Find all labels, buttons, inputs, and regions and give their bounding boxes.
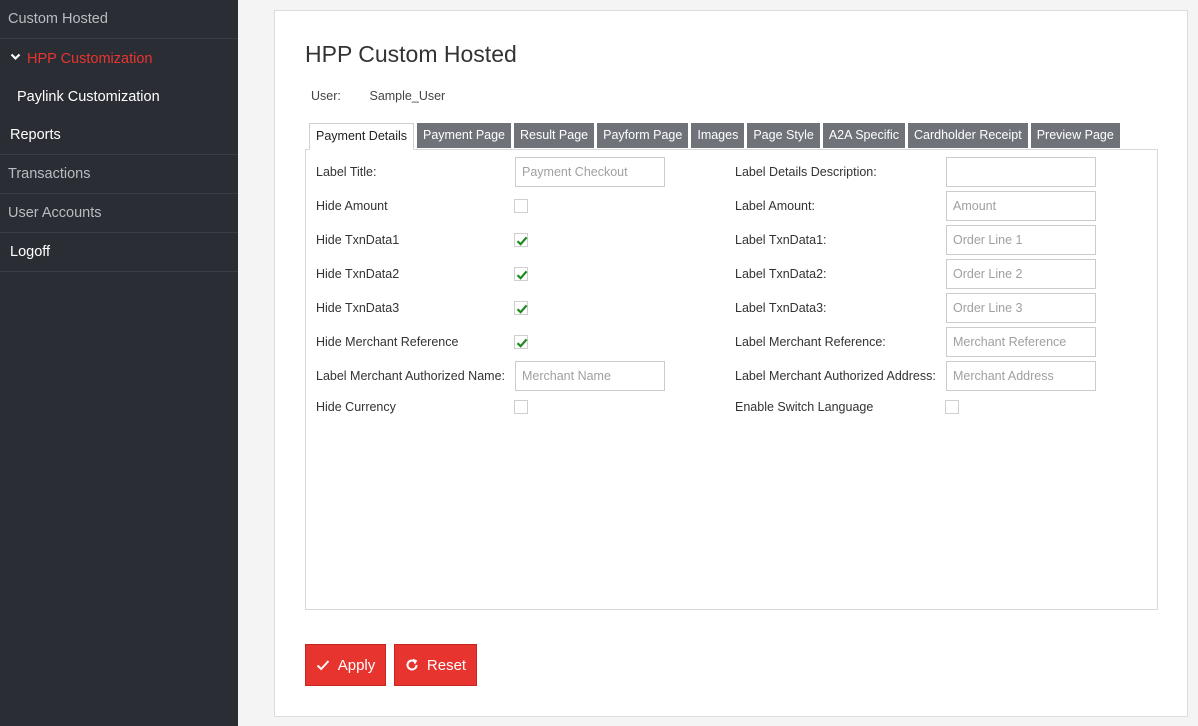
sidebar-item-reports[interactable]: Reports	[0, 116, 238, 155]
sidebar-item-label: HPP Customization	[27, 50, 153, 67]
check-icon	[316, 660, 329, 671]
check-icon	[516, 236, 528, 246]
user-label: User:	[311, 89, 341, 103]
sidebar-item-label: Transactions	[8, 166, 91, 182]
merchant-address-input[interactable]	[946, 361, 1096, 391]
label-amount-label: Label Amount:	[735, 199, 815, 213]
label-merchant-address-label: Label Merchant Authorized Address:	[735, 369, 936, 383]
txndata3-input[interactable]	[946, 293, 1096, 323]
hide-txndata1-checkbox[interactable]	[514, 233, 528, 247]
check-icon	[516, 304, 528, 314]
tab-images[interactable]: Images	[691, 123, 745, 148]
details-description-input[interactable]	[946, 157, 1096, 187]
sidebar-item-transactions[interactable]: Transactions	[0, 155, 238, 194]
page-title: HPP Custom Hosted	[305, 41, 517, 67]
tab-preview-page[interactable]: Preview Page	[1030, 123, 1120, 148]
main-panel: HPP Custom Hosted User: Sample_User Paym…	[274, 10, 1188, 717]
amount-input[interactable]	[946, 191, 1096, 221]
hide-merchant-reference-label: Hide Merchant Reference	[316, 335, 459, 349]
sidebar: Custom Hosted HPP Customization Paylink …	[0, 0, 238, 726]
sidebar-item-label: User Accounts	[8, 205, 102, 221]
label-merchant-name-label: Label Merchant Authorized Name:	[316, 369, 505, 383]
reset-button[interactable]: Reset	[394, 644, 477, 686]
hide-txndata3-checkbox[interactable]	[514, 301, 528, 315]
tab-payment-page[interactable]: Payment Page	[417, 123, 512, 148]
tab-payform-page[interactable]: Payform Page	[597, 123, 689, 148]
label-merchant-reference-label: Label Merchant Reference:	[735, 335, 886, 349]
payment-details-form: Label Title: Hide Amount Hide TxnData1 H…	[305, 149, 1158, 610]
label-txndata2-label: Label TxnData2:	[735, 267, 827, 281]
hide-txndata1-label: Hide TxnData1	[316, 233, 400, 247]
tab-payment-details[interactable]: Payment Details	[309, 123, 415, 150]
txndata2-input[interactable]	[946, 259, 1096, 289]
hide-txndata2-label: Hide TxnData2	[316, 267, 400, 281]
apply-button-label: Apply	[337, 656, 376, 674]
enable-switch-language-label: Enable Switch Language	[735, 400, 874, 414]
sidebar-item-hpp-customization[interactable]: HPP Customization	[0, 39, 238, 78]
hide-currency-label: Hide Currency	[316, 400, 396, 414]
sidebar-item-user-accounts[interactable]: User Accounts	[0, 194, 238, 233]
tab-cardholder-receipt[interactable]: Cardholder Receipt	[908, 123, 1028, 148]
sidebar-item-label: Custom Hosted	[8, 11, 108, 27]
chevron-down-icon	[10, 51, 21, 62]
sidebar-item-label: Reports	[10, 127, 61, 143]
tab-page-style[interactable]: Page Style	[747, 123, 820, 148]
label-txndata3-label: Label TxnData3:	[735, 301, 827, 315]
sidebar-item-label: Paylink Customization	[17, 89, 160, 105]
merchant-name-input[interactable]	[515, 361, 665, 391]
sidebar-item-label: Logoff	[10, 244, 51, 260]
merchant-reference-input[interactable]	[946, 327, 1096, 357]
hide-amount-checkbox[interactable]	[514, 199, 528, 213]
enable-switch-language-checkbox[interactable]	[945, 400, 959, 414]
check-icon	[516, 270, 528, 280]
user-info: User: Sample_User	[311, 89, 445, 103]
label-details-description-label: Label Details Description:	[735, 165, 877, 179]
refresh-icon	[406, 658, 418, 671]
reset-button-label: Reset	[426, 656, 467, 674]
check-icon	[516, 338, 528, 348]
tab-bar: Payment Details Payment Page Result Page…	[309, 123, 1120, 150]
label-title-input[interactable]	[515, 157, 665, 187]
sidebar-item-logoff[interactable]: Logoff	[0, 233, 238, 272]
hide-amount-label: Hide Amount	[316, 199, 388, 213]
hide-txndata2-checkbox[interactable]	[514, 267, 528, 281]
label-txndata1-label: Label TxnData1:	[735, 233, 827, 247]
hide-txndata3-label: Hide TxnData3	[316, 301, 400, 315]
hide-currency-checkbox[interactable]	[514, 400, 528, 414]
sidebar-item-custom-hosted[interactable]: Custom Hosted	[0, 0, 238, 39]
hide-merchant-reference-checkbox[interactable]	[514, 335, 528, 349]
sidebar-item-paylink-customization[interactable]: Paylink Customization	[0, 78, 238, 116]
user-value: Sample_User	[369, 89, 446, 103]
apply-button[interactable]: Apply	[305, 644, 386, 686]
tab-result-page[interactable]: Result Page	[514, 123, 595, 148]
tab-a2a-specific[interactable]: A2A Specific	[822, 123, 905, 148]
label-title-label: Label Title:	[316, 165, 377, 179]
txndata1-input[interactable]	[946, 225, 1096, 255]
